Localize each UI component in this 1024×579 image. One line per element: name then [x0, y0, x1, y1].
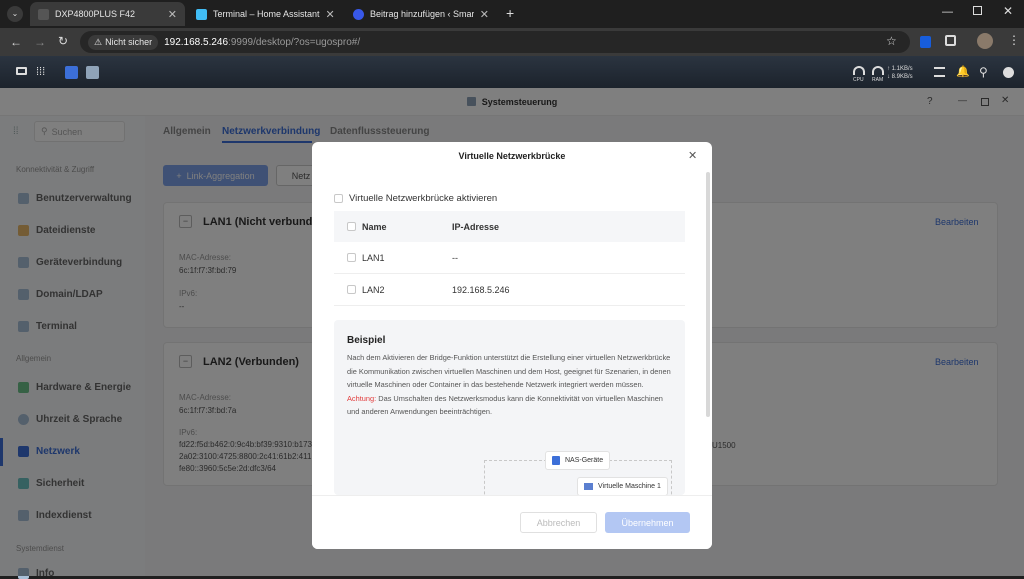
search-icon[interactable]: ⚲: [979, 65, 988, 79]
row-name: LAN1: [362, 253, 385, 263]
user-icon[interactable]: [1003, 67, 1014, 78]
show-desktop-icon[interactable]: [16, 67, 27, 75]
row-checkbox[interactable]: [347, 285, 356, 294]
browser-tab[interactable]: Beitrag hinzufügen ‹ SmartHom ✕: [345, 2, 497, 26]
browser-menu-icon[interactable]: ⋮: [1008, 33, 1020, 47]
address-bar[interactable]: ⚠ Nicht sicher 192.168.5.246:9999/desktop…: [80, 31, 910, 53]
forward-icon[interactable]: →: [34, 35, 46, 49]
warning-label: Achtung:: [347, 393, 377, 403]
dialog-close-icon[interactable]: ✕: [688, 149, 697, 162]
url-text: 192.168.5.246:9999/desktop/?os=ugospro#/: [164, 36, 361, 48]
warning-icon: ⚠: [94, 36, 103, 47]
back-icon[interactable]: ←: [10, 35, 22, 49]
tab-search-button[interactable]: ⌄: [7, 6, 23, 22]
row-ip: --: [452, 253, 458, 263]
enable-bridge-checkbox[interactable]: Virtuelle Netzwerkbrücke aktivieren: [334, 193, 497, 204]
apply-button[interactable]: Übernehmen: [605, 512, 690, 533]
cancel-button[interactable]: Abbrechen: [520, 512, 597, 533]
minimize-window-icon[interactable]: —: [942, 6, 953, 18]
vm-node: Virtuelle Maschine 1: [577, 477, 668, 496]
not-secure-badge[interactable]: ⚠ Nicht sicher: [88, 34, 159, 50]
table-row[interactable]: [334, 242, 685, 274]
cpu-label: CPU: [853, 77, 864, 83]
desktop-taskbar: [0, 56, 1024, 88]
row-checkbox[interactable]: [347, 253, 356, 262]
dialog-title: Virtuelle Netzwerkbrücke: [458, 151, 566, 161]
close-tab-icon[interactable]: ✕: [480, 8, 489, 21]
bitwarden-extension-icon[interactable]: [920, 36, 931, 48]
ram-label: RAM: [872, 77, 884, 83]
reload-icon[interactable]: ↻: [58, 34, 68, 48]
close-window-icon[interactable]: ✕: [1003, 4, 1013, 18]
profile-avatar[interactable]: [977, 33, 993, 49]
table-header: [334, 211, 685, 242]
checkbox-icon: [334, 194, 343, 203]
tasks-icon[interactable]: [934, 67, 945, 77]
browser-tab[interactable]: Terminal – Home Assistant ✕: [188, 2, 340, 26]
extensions-icon[interactable]: [945, 35, 956, 46]
net-upload-rate: ↑ 1.1KB/s: [887, 66, 913, 72]
column-header-name: Name: [362, 222, 387, 232]
taskbar-app-icon[interactable]: [65, 66, 78, 79]
close-tab-icon[interactable]: ✕: [168, 8, 177, 21]
select-all-checkbox[interactable]: [347, 222, 356, 231]
net-download-rate: ↓ 8.9KB/s: [887, 74, 913, 80]
example-box: Beispiel Nach dem Aktivieren der Bridge-…: [334, 320, 685, 510]
row-name: LAN2: [362, 285, 385, 295]
vm-icon: [584, 483, 593, 490]
restore-window-icon[interactable]: [973, 6, 982, 15]
home-assistant-icon: [196, 8, 207, 20]
tab-favicon-icon: [38, 8, 49, 20]
row-ip: 192.168.5.246: [452, 285, 510, 295]
close-tab-icon[interactable]: ✕: [326, 8, 335, 21]
example-text: Nach dem Aktivieren der Bridge-Funktion …: [347, 353, 671, 416]
nas-device-node: NAS-Geräte: [545, 451, 611, 470]
column-header-ip: IP-Adresse: [452, 222, 500, 232]
notification-bell-icon[interactable]: 🔔: [956, 65, 970, 78]
bookmark-star-icon[interactable]: ☆: [886, 34, 897, 48]
scrollbar[interactable]: [706, 172, 710, 417]
wordpress-icon: [353, 8, 364, 20]
app-grid-icon[interactable]: ⁞⁞⁞: [36, 66, 45, 78]
example-title: Beispiel: [347, 335, 386, 346]
ram-gauge-icon[interactable]: [872, 66, 884, 75]
new-tab-button[interactable]: +: [506, 5, 514, 21]
nas-icon: [552, 456, 560, 465]
control-panel-taskbar-icon[interactable]: [86, 66, 99, 79]
browser-tab[interactable]: DXP4800PLUS F42 ✕: [30, 2, 185, 26]
cpu-gauge-icon[interactable]: [853, 66, 865, 75]
bridge-dialog: Virtuelle Netzwerkbrücke ✕ Virtuelle Net…: [312, 142, 712, 549]
